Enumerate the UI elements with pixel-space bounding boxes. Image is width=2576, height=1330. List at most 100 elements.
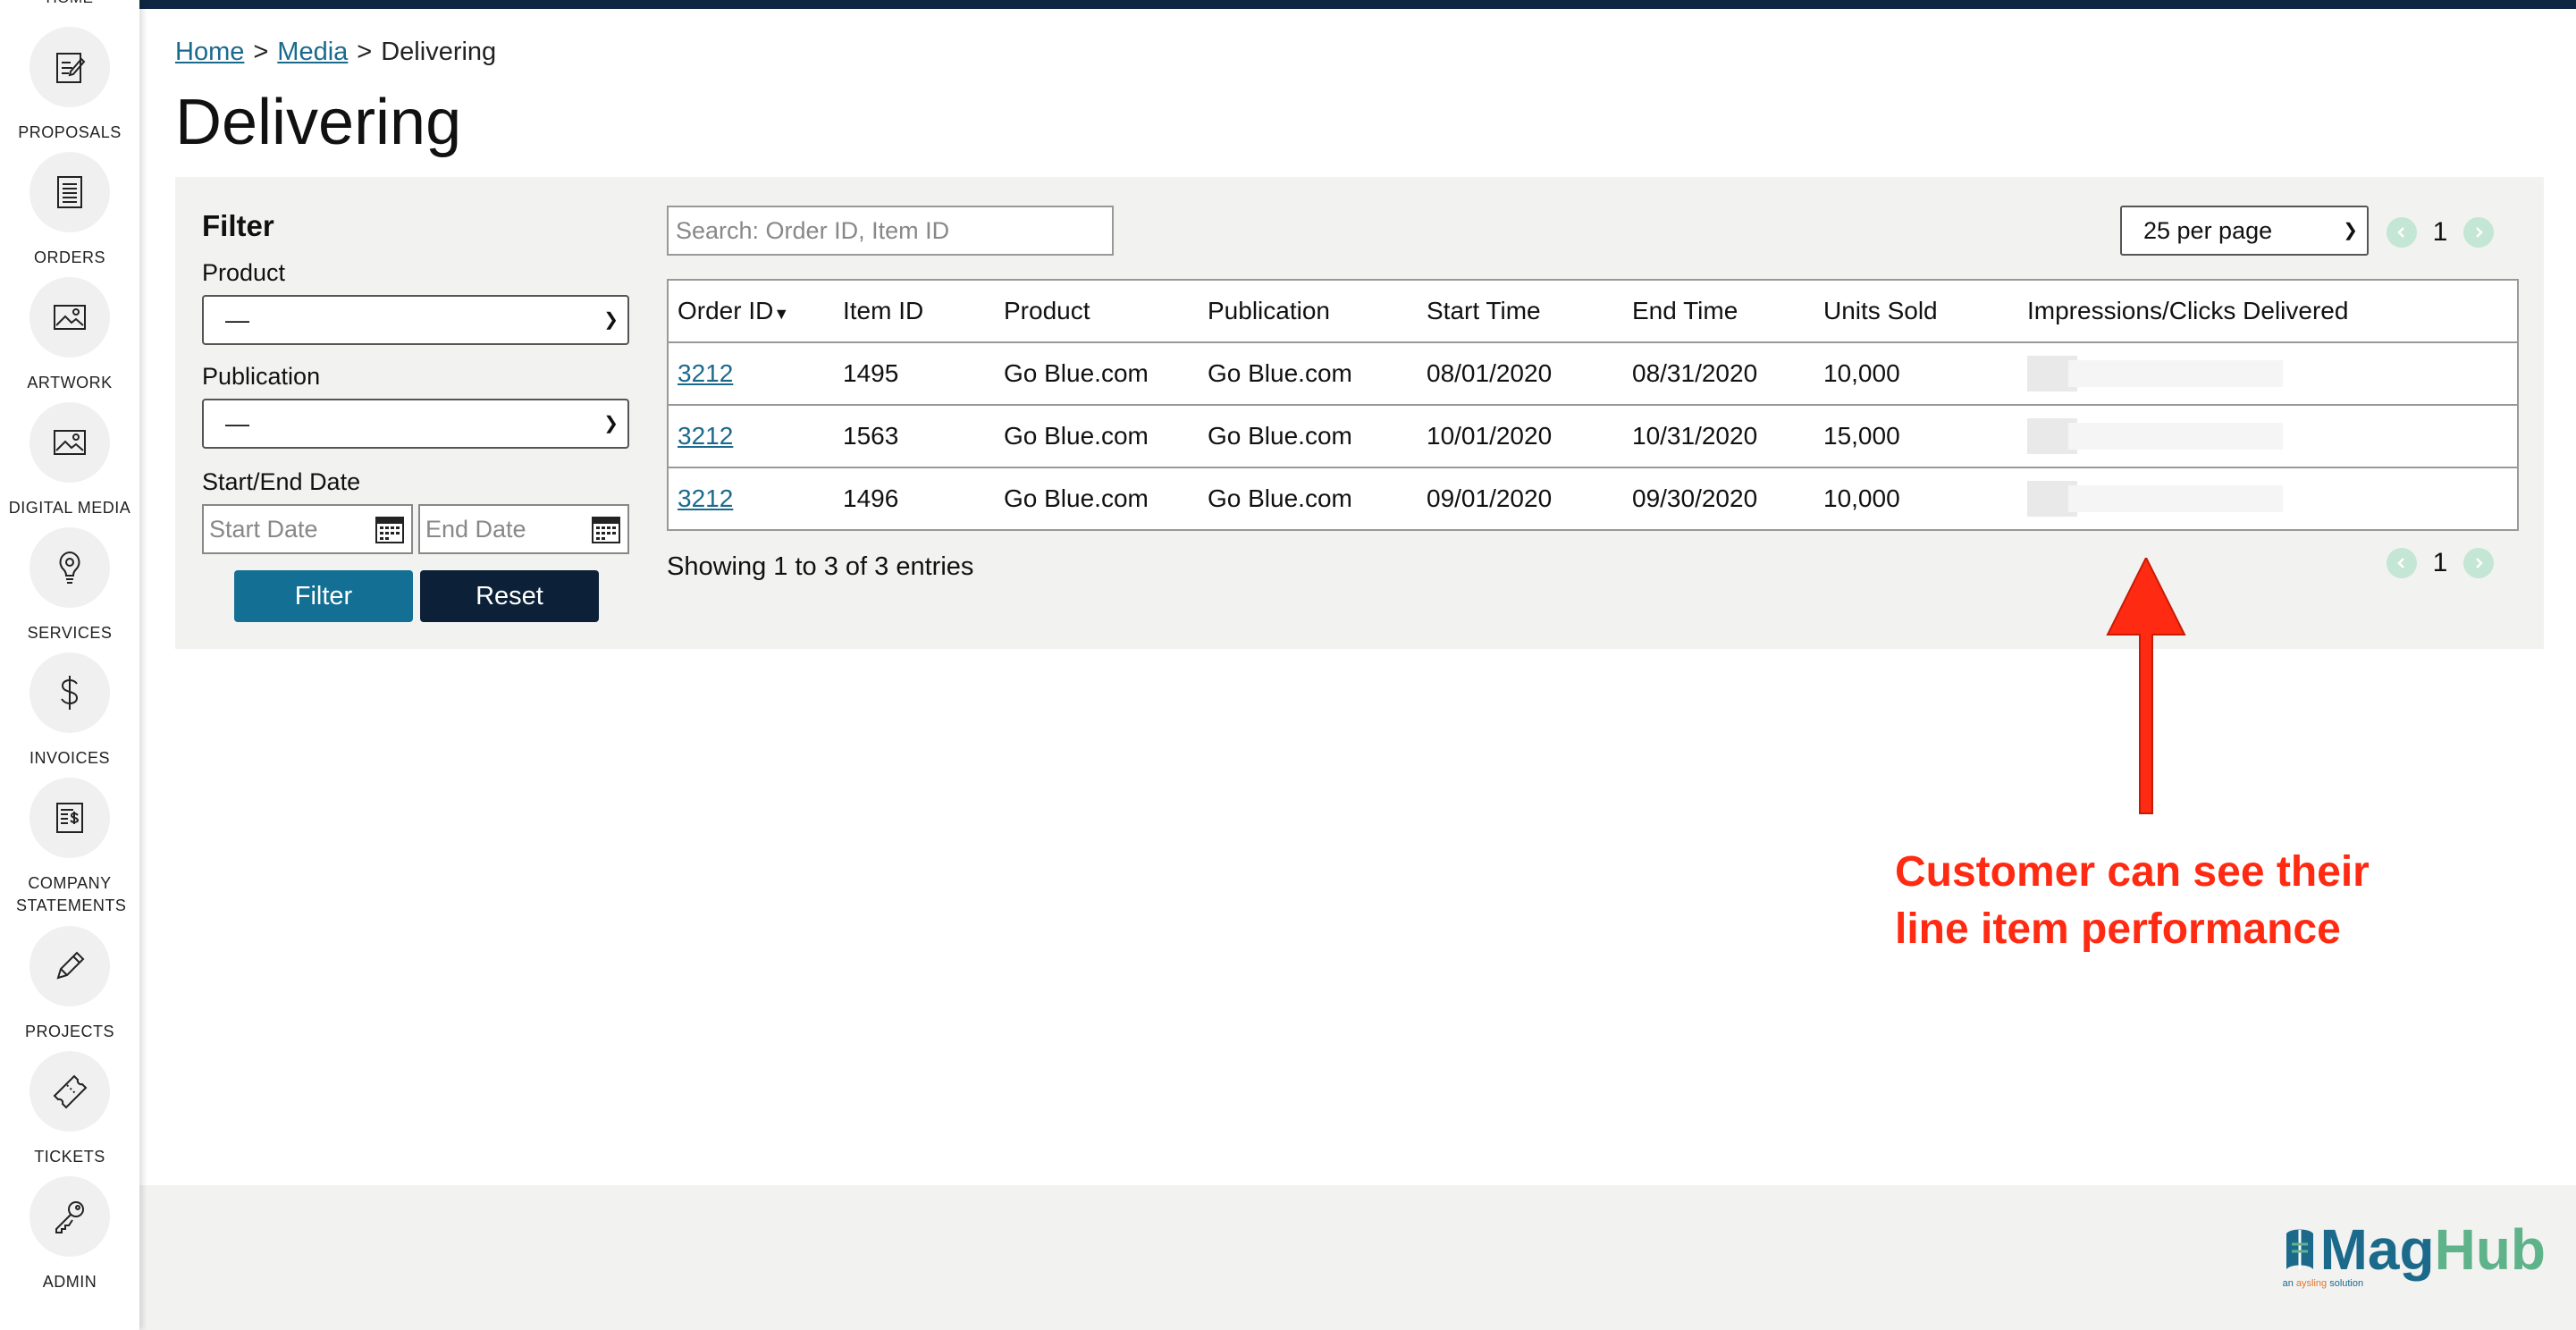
current-page: 1	[2432, 548, 2448, 577]
end-time-cell: 09/30/2020	[1632, 467, 1823, 530]
pagination-bottom: 1	[2387, 545, 2494, 581]
end-time-cell: 10/31/2020	[1632, 404, 1823, 467]
sidebar-item-tickets[interactable]: TICKETS	[0, 1051, 139, 1168]
reset-button[interactable]: Reset	[420, 570, 599, 622]
product-select[interactable]: — ❯	[202, 295, 629, 345]
statements-icon	[29, 778, 110, 858]
breadcrumb-separator: >	[357, 38, 373, 66]
table-row: 3212 1496 Go Blue.com Go Blue.com 09/01/…	[668, 467, 2518, 530]
per-page-select[interactable]: 25 per page ❯	[2120, 206, 2369, 256]
entries-info: Showing 1 to 3 of 3 entries	[667, 552, 974, 581]
sidebar-item-digital-media[interactable]: DIGITAL MEDIA	[0, 402, 139, 519]
col-end-time[interactable]: End Time	[1632, 279, 1823, 342]
sidebar-item-admin[interactable]: ADMIN	[0, 1176, 139, 1293]
sidebar-item-artwork[interactable]: ARTWORK	[0, 277, 139, 394]
annotation-arrow-icon	[2106, 558, 2186, 814]
item-id-cell: 1496	[843, 467, 1004, 530]
col-order-id-label: Order ID	[678, 297, 774, 324]
table-row: 3212 1563 Go Blue.com Go Blue.com 10/01/…	[668, 404, 2518, 467]
sidebar-item-projects[interactable]: PROJECTS	[0, 926, 139, 1043]
sidebar: HOME PROPOSALS ORDERS ARTWORK DIGITAL ME…	[0, 0, 139, 1330]
sidebar-item-label: ORDERS	[33, 248, 105, 266]
maghub-logo: MagHub an aysling solution	[2279, 1221, 2546, 1289]
delivering-panel: Filter Product — ❯ Publication — ❯ Start…	[175, 177, 2544, 649]
order-id-link[interactable]: 3212	[678, 359, 733, 387]
chevron-right-icon	[2476, 558, 2483, 568]
sort-desc-icon: ▼	[773, 305, 790, 323]
start-date-input[interactable]: Start Date	[202, 504, 413, 554]
next-page-button[interactable]	[2463, 217, 2494, 248]
end-date-placeholder: End Date	[425, 516, 526, 543]
sidebar-item-label: INVOICES	[29, 749, 111, 767]
breadcrumb-separator: >	[253, 38, 269, 66]
publication-select[interactable]: — ❯	[202, 399, 629, 449]
sidebar-item-proposals[interactable]: PROPOSALS	[0, 27, 139, 144]
top-bar	[0, 0, 2576, 9]
sidebar-item-home-label[interactable]: HOME	[0, 0, 139, 7]
services-icon	[29, 527, 110, 608]
sidebar-item-services[interactable]: SERVICES	[0, 527, 139, 644]
next-page-button[interactable]	[2463, 548, 2494, 578]
artwork-icon	[29, 277, 110, 358]
delivering-table: Order ID▼ Item ID Product Publication St…	[667, 279, 2519, 531]
dollar-icon	[29, 652, 110, 733]
filter-title: Filter	[202, 209, 274, 242]
sidebar-item-label: ADMIN	[42, 1273, 97, 1291]
chevron-down-icon: ❯	[603, 310, 619, 330]
annotation-callout: Customer can see their line item perform…	[1895, 844, 2467, 958]
units-sold-cell: 10,000	[1823, 467, 2027, 530]
publication-cell: Go Blue.com	[1208, 341, 1427, 405]
chevron-left-icon	[2397, 558, 2404, 568]
publication-cell: Go Blue.com	[1208, 467, 1427, 530]
units-sold-cell: 10,000	[1823, 341, 2027, 405]
start-date-placeholder: Start Date	[209, 516, 318, 543]
sidebar-item-company-statements[interactable]: COMPANY STATEMENTS	[0, 778, 139, 917]
prev-page-button[interactable]	[2387, 548, 2417, 578]
breadcrumb-media-link[interactable]: Media	[277, 38, 348, 66]
chevron-left-icon	[2397, 227, 2404, 238]
orders-icon	[29, 152, 110, 232]
start-time-cell: 09/01/2020	[1427, 467, 1632, 530]
col-order-id[interactable]: Order ID▼	[668, 279, 843, 342]
sidebar-item-orders[interactable]: ORDERS	[0, 152, 139, 269]
product-cell: Go Blue.com	[1004, 404, 1208, 467]
sidebar-item-label: SERVICES	[27, 624, 113, 642]
breadcrumb-current: Delivering	[381, 38, 497, 66]
proposals-icon	[29, 27, 110, 107]
breadcrumb-home-link[interactable]: Home	[175, 38, 244, 66]
order-id-link[interactable]: 3212	[678, 422, 733, 450]
end-time-cell: 08/31/2020	[1632, 341, 1823, 405]
chevron-down-icon: ❯	[2343, 221, 2358, 240]
filter-button[interactable]: Filter	[234, 570, 413, 622]
page-title: Delivering	[175, 87, 462, 158]
annotation-line-2: line item performance	[1895, 905, 2341, 953]
product-select-value: —	[225, 307, 249, 333]
item-id-cell: 1563	[843, 404, 1004, 467]
col-product[interactable]: Product	[1004, 279, 1208, 342]
end-date-input[interactable]: End Date	[418, 504, 629, 554]
prev-page-button[interactable]	[2387, 217, 2417, 248]
start-time-cell: 10/01/2020	[1427, 404, 1632, 467]
publication-cell: Go Blue.com	[1208, 404, 1427, 467]
annotation-line-1: Customer can see their	[1895, 848, 2370, 896]
key-icon	[29, 1176, 110, 1257]
col-impressions[interactable]: Impressions/Clicks Delivered	[2027, 279, 2518, 342]
sidebar-item-label: PROPOSALS	[18, 123, 122, 141]
col-item-id[interactable]: Item ID	[843, 279, 1004, 342]
calendar-icon[interactable]	[375, 517, 404, 543]
search-input[interactable]: Search: Order ID, Item ID	[667, 206, 1114, 256]
current-page: 1	[2432, 217, 2448, 247]
col-units-sold[interactable]: Units Sold	[1823, 279, 2027, 342]
ticket-icon	[29, 1051, 110, 1132]
col-start-time[interactable]: Start Time	[1427, 279, 1632, 342]
sidebar-item-label: PROJECTS	[24, 1023, 114, 1040]
order-id-link[interactable]: 3212	[678, 484, 733, 512]
pagination-top: 1	[2387, 215, 2494, 250]
sidebar-item-invoices[interactable]: INVOICES	[0, 652, 139, 770]
product-cell: Go Blue.com	[1004, 341, 1208, 405]
pencil-icon	[29, 926, 110, 1006]
start-time-cell: 08/01/2020	[1427, 341, 1632, 405]
calendar-icon[interactable]	[592, 517, 620, 543]
item-id-cell: 1495	[843, 341, 1004, 405]
col-publication[interactable]: Publication	[1208, 279, 1427, 342]
